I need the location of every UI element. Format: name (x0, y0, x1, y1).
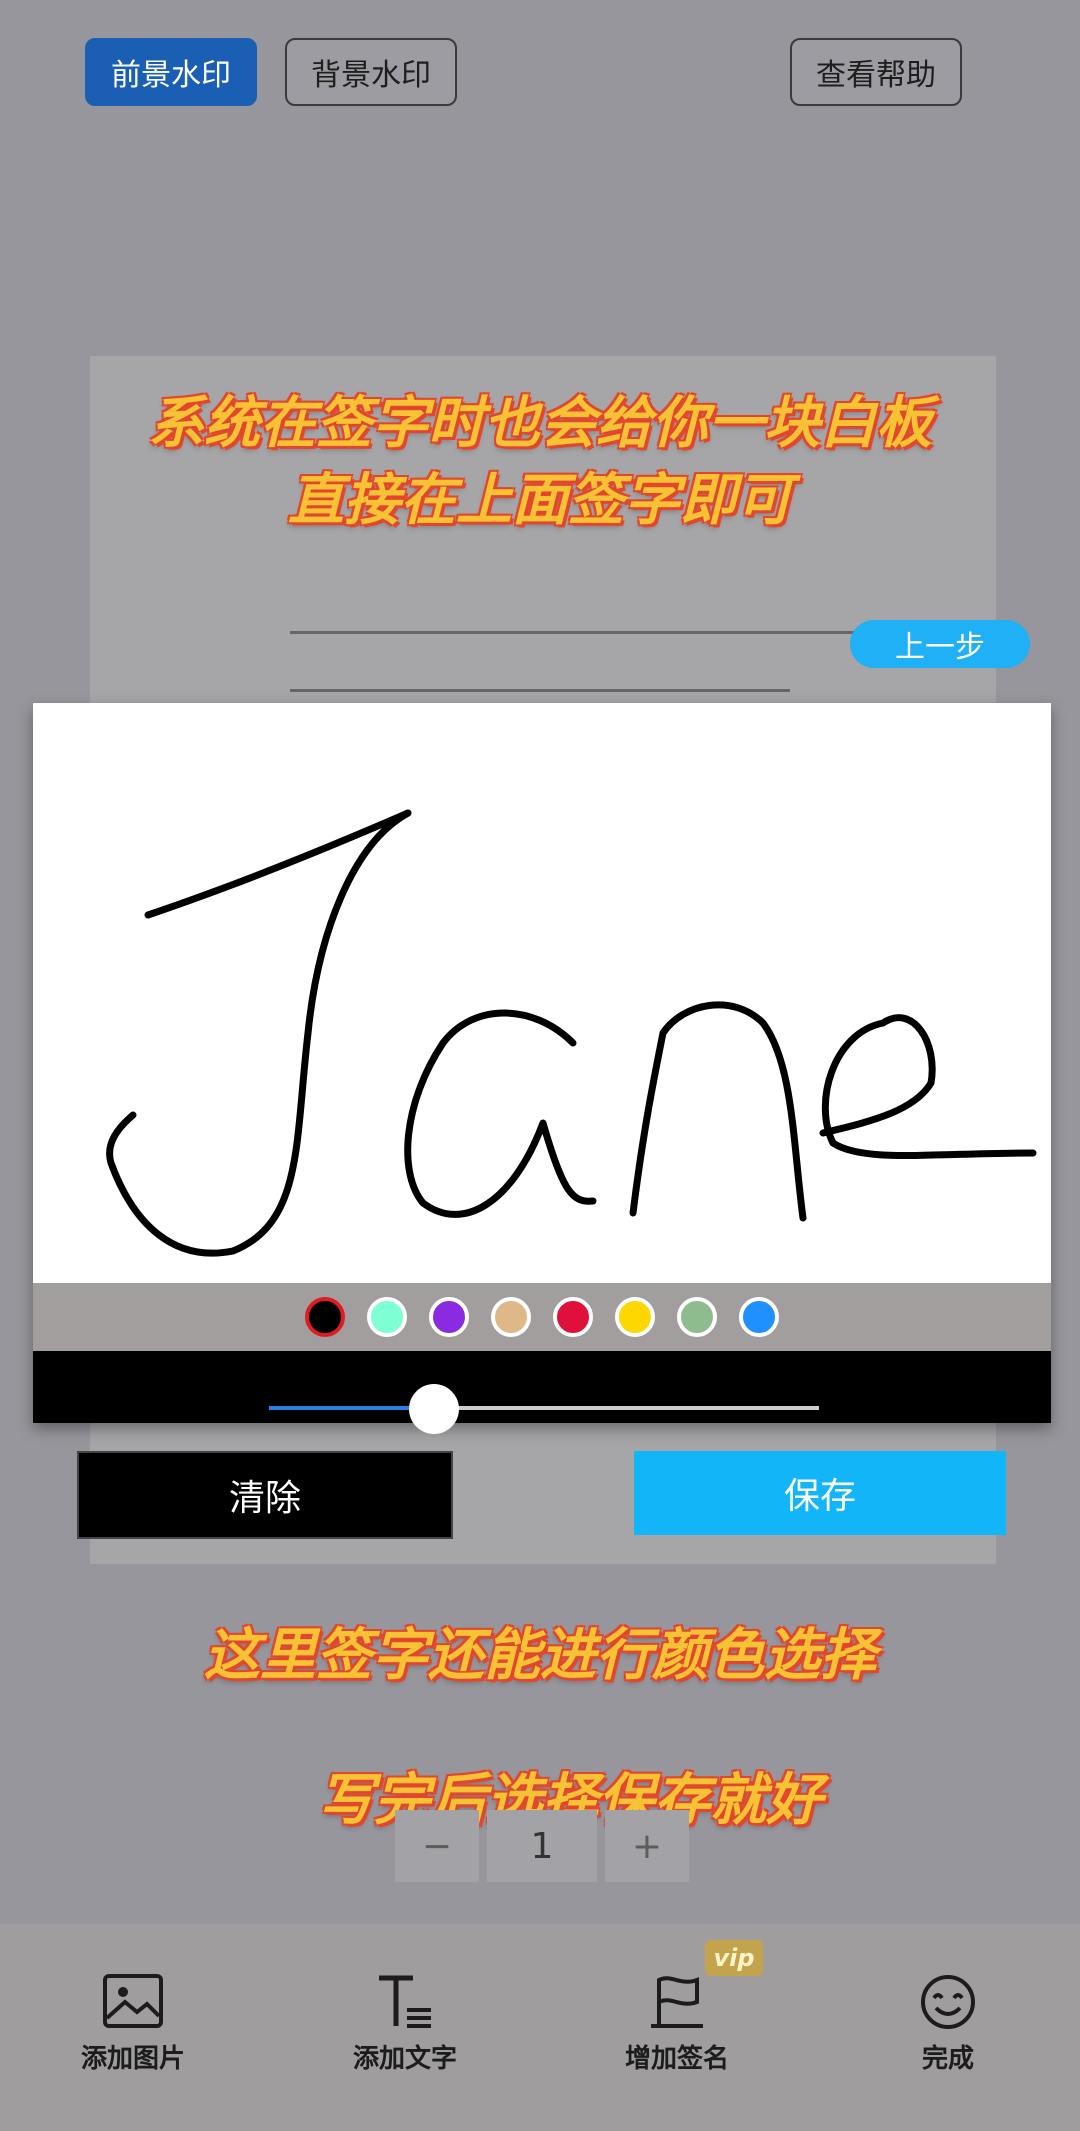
color-swatch-2[interactable] (429, 1297, 469, 1337)
overlay-caption-2: 直接在上面签字即可 (288, 468, 792, 533)
color-swatch-5[interactable] (615, 1297, 655, 1337)
increment-button[interactable]: + (605, 1810, 689, 1882)
color-swatch-6[interactable] (677, 1297, 717, 1337)
color-picker (33, 1283, 1051, 1351)
color-swatch-0[interactable] (305, 1297, 345, 1337)
help-button[interactable]: 查看帮助 (790, 38, 962, 106)
signature-stroke (106, 809, 1037, 1257)
signature-flag-icon (651, 1976, 703, 2028)
stroke-width-slider-knob[interactable] (409, 1384, 459, 1434)
decrement-button[interactable]: − (395, 1810, 479, 1882)
quantity-value: 1 (487, 1810, 597, 1882)
vip-badge: vip (705, 1940, 763, 1976)
tab-add-signature[interactable]: 增加签名 (602, 1972, 752, 2075)
color-swatch-4[interactable] (553, 1297, 593, 1337)
background-watermark-button[interactable]: 背景水印 (285, 38, 457, 106)
previous-step-button[interactable]: 上一步 (850, 620, 1030, 668)
signature-canvas[interactable] (33, 703, 1051, 1285)
tab-add-image[interactable]: 添加图片 (58, 1972, 208, 2075)
color-swatch-7[interactable] (739, 1297, 779, 1337)
tab-add-text[interactable]: 添加文字 (330, 1972, 480, 2075)
color-swatch-3[interactable] (491, 1297, 531, 1337)
tab-label: 增加签名 (624, 2044, 729, 2074)
foreground-watermark-button[interactable]: 前景水印 (85, 38, 257, 106)
color-swatch-1[interactable] (367, 1297, 407, 1337)
image-icon (103, 1974, 163, 2028)
tab-label: 添加文字 (352, 2044, 457, 2074)
tab-label: 添加图片 (80, 2044, 185, 2074)
signature-pad (33, 703, 1051, 1434)
quantity-stepper: − 1 + (395, 1810, 689, 1882)
save-button[interactable]: 保存 (634, 1451, 1006, 1535)
text-icon (379, 1975, 431, 2028)
tab-label: 完成 (921, 2044, 974, 2074)
tab-done[interactable]: 完成 (873, 1972, 1023, 2075)
overlay-caption-1: 系统在签字时也会给你一块白板 (148, 391, 932, 456)
clear-button[interactable]: 清除 (77, 1451, 453, 1539)
stroke-width-track[interactable] (269, 1406, 819, 1410)
overlay-caption-3: 这里签字还能进行颜色选择 (204, 1623, 876, 1688)
stroke-width-bar (33, 1351, 1051, 1434)
smile-icon (921, 1975, 975, 2029)
bottom-toolbar: vip 添加图片 添加文字 增加签名 完成 (0, 1924, 1080, 2131)
